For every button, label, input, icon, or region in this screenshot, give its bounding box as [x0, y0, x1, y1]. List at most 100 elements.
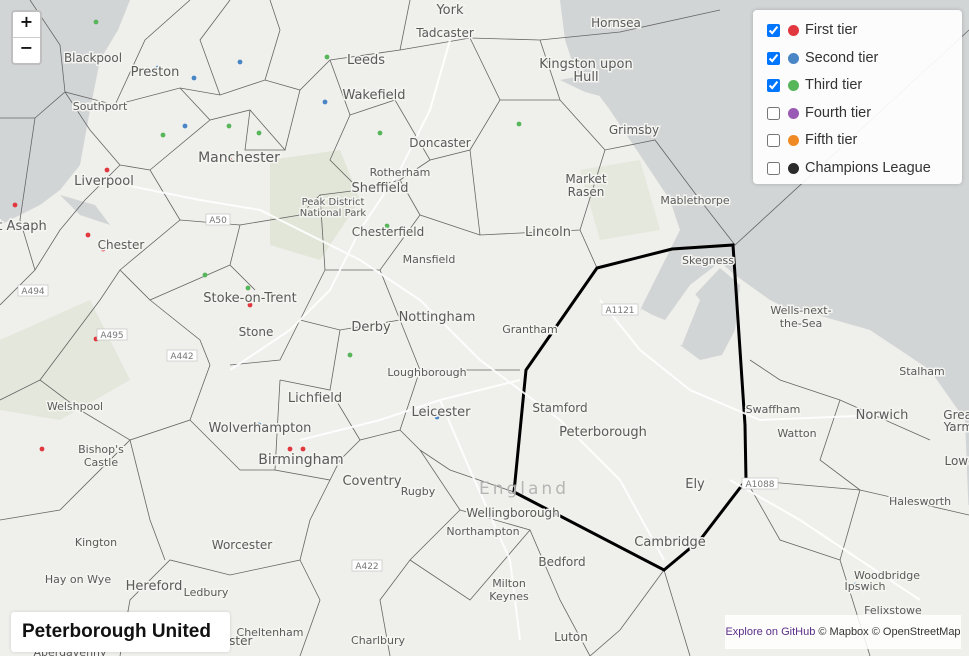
place-label: Rotherham	[370, 166, 431, 179]
club-marker[interactable]	[322, 99, 328, 105]
place-label: Doncaster	[409, 136, 470, 150]
place-label: Worcester	[212, 538, 272, 552]
club-marker[interactable]	[347, 352, 353, 358]
place-label: Wells-next-	[770, 304, 831, 317]
club-marker[interactable]	[191, 75, 197, 81]
place-label: Lincoln	[525, 225, 571, 240]
place-label: Coventry	[342, 474, 401, 489]
github-link[interactable]: Explore on GitHub	[725, 626, 815, 638]
place-label: Chesterfield	[352, 225, 425, 239]
map-attribution: Explore on GitHub © Mapbox © OpenStreetM…	[725, 615, 961, 649]
club-marker[interactable]	[300, 446, 306, 452]
legend-first-tier[interactable]: First tier	[767, 19, 857, 41]
place-label: Nottingham	[399, 310, 476, 325]
club-marker[interactable]	[85, 232, 91, 238]
selected-club-panel: Peterborough United	[11, 612, 230, 652]
club-marker[interactable]	[182, 123, 188, 129]
legend-label: Third tier	[805, 77, 863, 93]
place-label: Mablethorpe	[660, 194, 730, 207]
third-tier-checkbox[interactable]	[767, 78, 780, 92]
place-label: Rugby	[401, 485, 436, 498]
place-label: Peterborough	[559, 425, 647, 440]
club-marker[interactable]	[93, 19, 99, 25]
country-label: England	[479, 479, 569, 499]
legend-third-tier[interactable]: Third tier	[767, 74, 862, 96]
legend-fourth-tier[interactable]: Fourth tier	[767, 102, 871, 124]
legend-label: Second tier	[805, 50, 879, 66]
legend-second-tier[interactable]: Second tier	[767, 47, 878, 69]
legend-label: Champions League	[805, 160, 931, 176]
place-label: Watton	[777, 427, 816, 440]
second-tier-checkbox[interactable]	[767, 51, 780, 65]
place-label: Stamford	[532, 401, 587, 415]
place-label: Milton	[492, 577, 526, 590]
zoom-in-button[interactable]: +	[13, 12, 40, 38]
legend-dot	[788, 79, 799, 91]
place-label: Southport	[73, 100, 128, 113]
legend-dot	[788, 52, 799, 64]
road-label: A442	[170, 352, 193, 362]
fourth-tier-checkbox[interactable]	[767, 106, 780, 120]
attribution-text: © Mapbox © OpenStreetMap	[815, 626, 961, 638]
zoom-out-button[interactable]: −	[13, 38, 40, 63]
place-label: Ely	[685, 477, 705, 492]
road-label: A1121	[605, 306, 634, 316]
place-label: Kington	[75, 536, 117, 549]
place-label: Welshpool	[47, 400, 103, 413]
road-label: A1088	[745, 480, 774, 490]
place-label: Leicester	[412, 405, 472, 420]
club-marker[interactable]	[104, 167, 110, 173]
place-label: Grantham	[502, 323, 558, 336]
club-marker[interactable]	[324, 54, 330, 60]
place-label: Hay on Wye	[45, 573, 111, 586]
place-label: Charlbury	[351, 634, 405, 647]
place-label: Hornsea	[591, 16, 641, 30]
legend-dot	[788, 107, 799, 119]
place-label: t Asaph	[0, 219, 47, 234]
club-marker[interactable]	[245, 285, 251, 291]
club-marker[interactable]	[516, 121, 522, 127]
road-label: A494	[21, 287, 45, 297]
legend-champions-league[interactable]: Champions League	[767, 157, 931, 179]
place-label: Hereford	[126, 579, 183, 594]
club-marker[interactable]	[39, 446, 45, 452]
fifth-tier-checkbox[interactable]	[767, 133, 780, 147]
place-label: Birmingham	[258, 452, 343, 468]
place-label: Blackpool	[64, 51, 122, 65]
club-marker[interactable]	[377, 130, 383, 136]
place-label: the-Sea	[780, 317, 823, 330]
place-label: Stone	[239, 325, 274, 339]
place-label: Preston	[131, 65, 180, 80]
legend-fifth-tier[interactable]: Fifth tier	[767, 129, 857, 151]
club-marker[interactable]	[287, 446, 293, 452]
place-label: Yarmo	[943, 420, 969, 434]
club-marker[interactable]	[256, 130, 262, 136]
champions-league-checkbox[interactable]	[767, 161, 780, 175]
place-label: Stalham	[899, 365, 945, 378]
club-marker[interactable]	[202, 272, 208, 278]
place-label: Norwich	[856, 408, 909, 423]
place-label: Cambridge	[634, 535, 705, 550]
place-label: Ledbury	[184, 586, 229, 599]
place-label: Sheffield	[352, 181, 409, 196]
place-label: Wakefield	[342, 88, 405, 103]
club-marker[interactable]	[237, 59, 243, 65]
road-label: A50	[209, 216, 227, 226]
place-label: Stoke-on-Trent	[203, 291, 296, 306]
legend-dot	[788, 134, 799, 146]
place-label: Keynes	[489, 590, 529, 603]
place-label: Bedford	[538, 555, 585, 569]
place-label: Northampton	[446, 525, 519, 538]
zoom-control: + −	[11, 10, 42, 65]
first-tier-checkbox[interactable]	[767, 23, 780, 37]
place-label: Chester	[98, 238, 145, 252]
club-marker[interactable]	[12, 202, 18, 208]
place-label: Rasen	[568, 185, 605, 199]
selected-club-name: Peterborough United	[22, 621, 211, 642]
club-marker[interactable]	[226, 123, 232, 129]
place-label: Lowe	[944, 454, 969, 468]
club-marker[interactable]	[160, 132, 166, 138]
place-label: Manchester	[198, 150, 280, 166]
place-label: Lichfield	[288, 391, 342, 406]
place-label: Halesworth	[889, 495, 951, 508]
